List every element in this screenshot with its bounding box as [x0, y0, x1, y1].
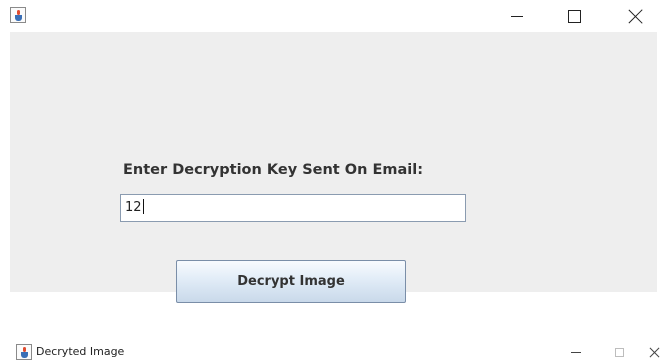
title-bar[interactable]: [0, 0, 665, 32]
maximize-icon: [614, 347, 624, 357]
decrypt-image-button[interactable]: Decrypt Image: [176, 260, 406, 303]
maximize-icon: [567, 9, 581, 23]
decryption-key-input[interactable]: 12: [120, 194, 466, 222]
maximize-button[interactable]: [601, 340, 637, 364]
close-button[interactable]: [612, 0, 658, 32]
minimize-button[interactable]: [558, 340, 594, 364]
java-coffee-cup-icon[interactable]: [16, 344, 32, 360]
minimize-icon: [571, 351, 581, 353]
window-title: Decryted Image: [36, 345, 125, 358]
close-icon: [628, 9, 643, 24]
decryption-key-window: Enter Decryption Key Sent On Email: 12 D…: [0, 0, 665, 303]
close-icon: [649, 347, 660, 358]
text-caret: [142, 199, 144, 214]
close-button[interactable]: [636, 340, 665, 364]
minimize-button[interactable]: [494, 0, 540, 32]
decryption-key-label: Enter Decryption Key Sent On Email:: [123, 162, 424, 178]
maximize-button[interactable]: [551, 0, 597, 32]
minimize-icon: [511, 15, 523, 17]
decrypted-image-window: Decryted Image: [0, 340, 665, 364]
dialog-content-panel: Enter Decryption Key Sent On Email: 12 D…: [10, 32, 657, 303]
decryption-key-value: 12: [125, 200, 142, 215]
java-coffee-cup-icon[interactable]: [10, 7, 26, 23]
